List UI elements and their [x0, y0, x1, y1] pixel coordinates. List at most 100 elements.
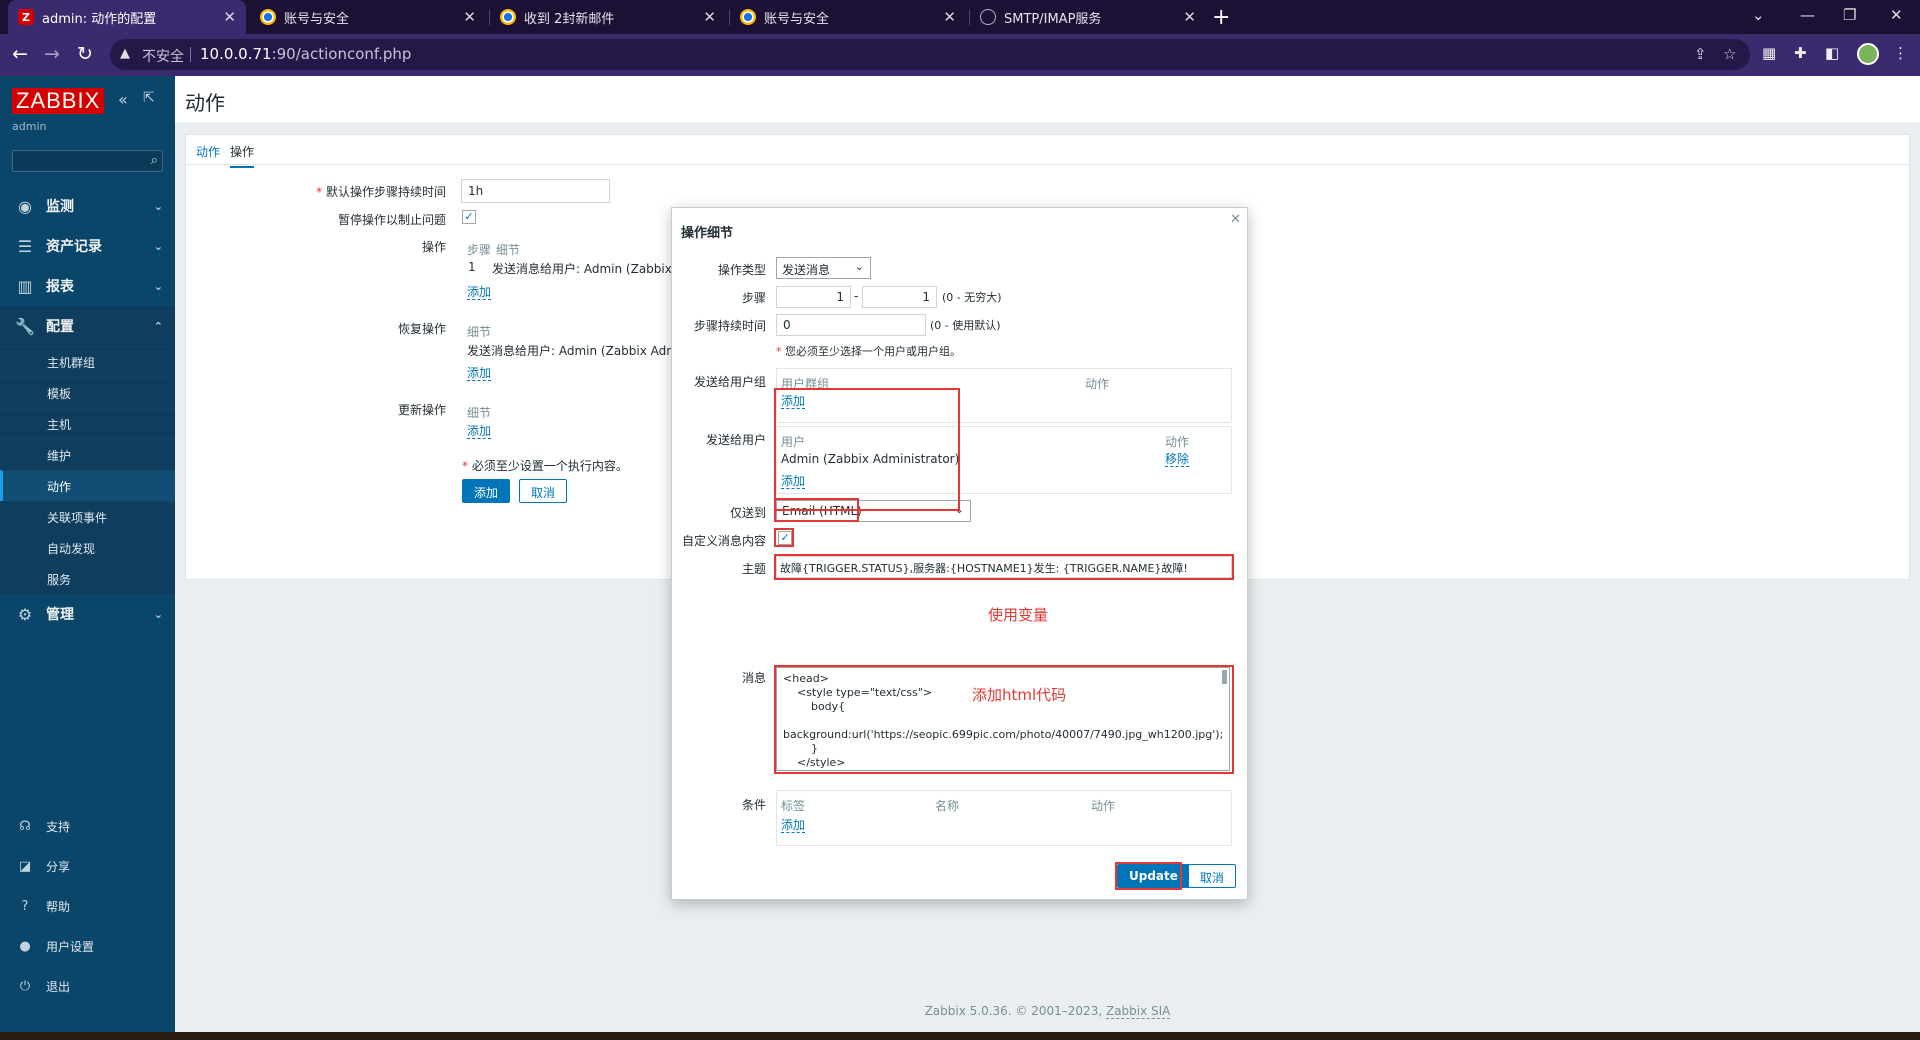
tab-title: 账号与安全 [764, 11, 830, 27]
send-only-to-select[interactable]: Email (HTML) ⌄ [776, 500, 971, 522]
cancel-button[interactable]: 取消 [519, 479, 568, 503]
browser-tab-strip: Z admin: 动作的配置 ✕ 账号与安全 ✕ 收到 2封新邮件 ✕ 账号与安… [0, 0, 1920, 34]
dialog-cancel-button[interactable]: 取消 [1188, 864, 1237, 888]
users-remove-link[interactable]: 移除 [1165, 452, 1190, 467]
required-user-note: * 您必须至少选择一个用户或用户组。 [776, 343, 961, 359]
tab-action[interactable]: 动作 [196, 143, 220, 160]
url-text[interactable]: 10.0.0.71:90/actionconf.php [200, 45, 411, 63]
textarea-scrollbar[interactable] [1222, 670, 1227, 684]
warning-triangle-icon: ▲ [120, 46, 130, 61]
menu-item-inventory[interactable]: ☰ 资产记录 ⌄ [0, 226, 175, 266]
ops-add-link[interactable]: 添加 [467, 285, 492, 300]
browser-tab-new-mail[interactable]: 收到 2封新邮件 ✕ [490, 0, 726, 34]
submenu-item-discovery[interactable]: 自动发现 [0, 532, 175, 563]
tab-search-chevron-icon[interactable]: ⌄ [1752, 6, 1765, 24]
menu-item-monitoring[interactable]: ◉ 监测 ⌄ [0, 186, 175, 226]
sidepanel-icon[interactable]: ◧ [1825, 44, 1839, 62]
list-icon: ☰ [17, 236, 33, 256]
menu-item-reports[interactable]: ▥ 报表 ⌄ [0, 266, 175, 306]
op-type-select[interactable]: 发送消息 ⌄ [776, 257, 871, 279]
step-duration-input[interactable]: 0 [776, 314, 926, 336]
submenu-item-hosts[interactable]: 主机 [0, 408, 175, 439]
submenu-item-maintenance[interactable]: 维护 [0, 439, 175, 470]
chart-icon: ▥ [17, 276, 33, 296]
bookmark-star-icon[interactable]: ☆ [1723, 45, 1736, 63]
submenu-item-templates[interactable]: 模板 [0, 377, 175, 408]
close-icon[interactable]: ✕ [1230, 212, 1241, 227]
reload-icon[interactable]: ↻ [77, 43, 93, 65]
label-text: 默认操作步骤持续时间 [325, 185, 446, 199]
browser-tab-smtp[interactable]: SMTP/IMAP服务 ✕ [970, 0, 1206, 34]
restore-icon[interactable]: ❐ [1843, 6, 1856, 24]
recovery-add-link[interactable]: 添加 [467, 366, 492, 381]
menu-item-sign-out[interactable]: ⏻ 退出 [0, 966, 175, 1006]
submenu-item-actions[interactable]: 动作 [0, 470, 175, 501]
menu-item-user-settings[interactable]: ● 用户设置 [0, 926, 175, 966]
menu-item-configuration[interactable]: 🔧 配置 ⌃ [0, 306, 175, 346]
tab-title: 账号与安全 [284, 11, 350, 27]
minimize-icon[interactable]: — [1800, 6, 1815, 24]
os-taskbar-strip [0, 1032, 1920, 1040]
update-add-link[interactable]: 添加 [467, 424, 492, 439]
sidebar-username: admin [12, 120, 47, 133]
address-bar[interactable]: ▲ 不安全 10.0.0.71:90/actionconf.php ⇪ ☆ [110, 39, 1750, 70]
subject-label: 主题 [741, 562, 766, 576]
menu-item-administration[interactable]: ⚙ 管理 ⌄ [0, 594, 175, 634]
menu-item-share[interactable]: ◪ 分享 [0, 846, 175, 886]
zabbix-logo[interactable]: ZABBIX [12, 88, 105, 114]
menu-label: 用户设置 [46, 939, 95, 954]
puzzle-extensions-icon[interactable]: ✚ [1794, 44, 1807, 62]
collapse-sidebar-icon[interactable]: « [118, 90, 128, 109]
cond-add-link[interactable]: 添加 [781, 818, 806, 833]
footer-link[interactable]: Zabbix SIA [1105, 1004, 1171, 1019]
close-icon[interactable]: ✕ [223, 8, 236, 26]
add-button[interactable]: 添加 [462, 479, 511, 503]
cond-header-label: 标签 [781, 799, 806, 813]
default-duration-input[interactable]: 1h [461, 179, 610, 203]
step-range-dash: - [854, 289, 859, 303]
power-icon: ⏻ [19, 978, 31, 994]
eye-icon: ◉ [18, 196, 32, 216]
close-icon[interactable]: ✕ [703, 8, 716, 26]
submenu-item-services[interactable]: 服务 [0, 563, 175, 594]
close-window-icon[interactable]: ✕ [1890, 6, 1903, 24]
menu-label: 报表 [46, 279, 74, 295]
browser-tab-admin[interactable]: Z admin: 动作的配置 ✕ [8, 0, 246, 34]
search-icon[interactable]: ⌕ [151, 153, 158, 168]
custom-message-checkbox[interactable]: ✓ [778, 531, 792, 545]
step-to-input[interactable]: 1 [862, 286, 937, 308]
extension-reader-icon[interactable]: ▦ [1762, 44, 1776, 62]
pause-checkbox[interactable]: ✓ [462, 210, 476, 224]
groups-add-link[interactable]: 添加 [781, 394, 806, 409]
menu-item-support[interactable]: ☊ 支持 [0, 806, 175, 846]
close-icon[interactable]: ✕ [463, 8, 476, 26]
share-page-icon[interactable]: ⇪ [1694, 45, 1707, 63]
browser-tab-account-security-2[interactable]: 账号与安全 ✕ [730, 0, 966, 34]
step-from-input[interactable]: 1 [776, 286, 851, 308]
menu-item-help[interactable]: ? 帮助 [0, 886, 175, 926]
tab-title: 收到 2封新邮件 [524, 11, 615, 27]
required-asterisk: * [776, 345, 785, 358]
kiosk-mode-icon[interactable]: ⇱ [143, 90, 155, 106]
message-textarea[interactable]: <head> <style type="text/css"> body{ bac… [776, 667, 1230, 771]
sidebar-search-input[interactable]: ⌕ [12, 150, 163, 172]
update-button[interactable]: Update [1117, 864, 1190, 888]
profile-avatar[interactable] [1857, 43, 1879, 65]
new-tab-button[interactable]: + [1212, 5, 1230, 30]
users-add-link[interactable]: 添加 [781, 474, 806, 489]
menu-label: 管理 [46, 607, 74, 623]
pause-label: 暂停操作以制止问题 [337, 213, 446, 227]
forward-arrow-icon[interactable]: → [44, 43, 60, 65]
user-icon: ● [19, 938, 31, 954]
browser-tab-account-security[interactable]: 账号与安全 ✕ [250, 0, 486, 34]
close-icon[interactable]: ✕ [1183, 8, 1196, 26]
submenu-item-correlation[interactable]: 关联项事件 [0, 501, 175, 532]
step-duration-label: 步骤持续时间 [693, 319, 766, 333]
back-arrow-icon[interactable]: ← [12, 43, 28, 65]
more-menu-icon[interactable]: ⋮ [1893, 44, 1908, 62]
subject-input[interactable]: 故障{TRIGGER.STATUS},服务器:{HOSTNAME1}发生: {T… [776, 556, 1232, 578]
close-icon[interactable]: ✕ [943, 8, 956, 26]
tab-operations[interactable]: 操作 [230, 143, 255, 168]
submenu-item-host-groups[interactable]: 主机群组 [0, 346, 175, 377]
recovery-row-detail: 发送消息给用户: Admin (Zabbix Admin [467, 344, 689, 358]
